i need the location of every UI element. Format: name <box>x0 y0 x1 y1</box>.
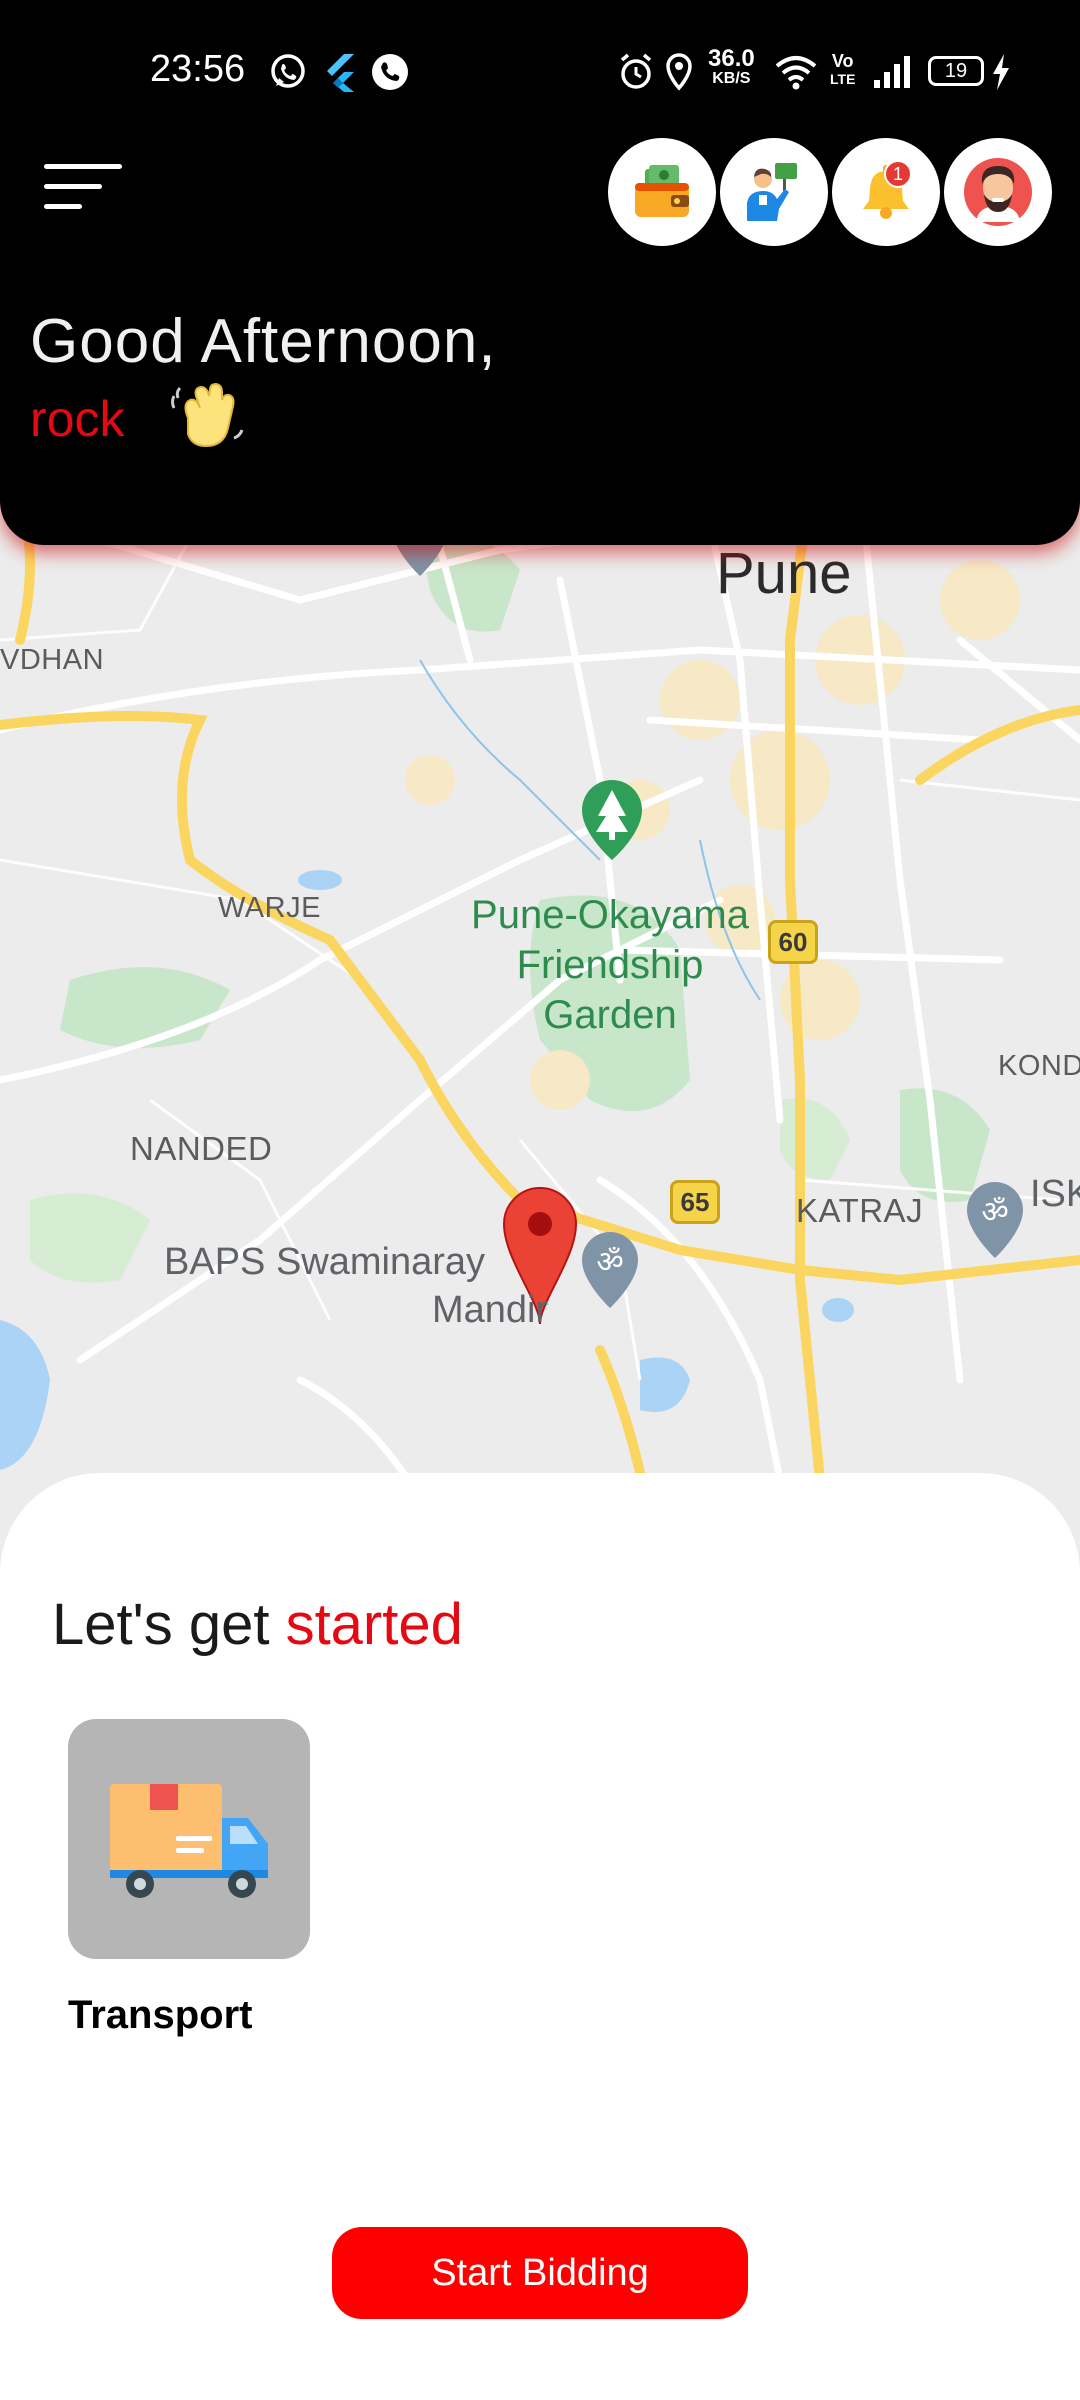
map-label-katraj: KATRAJ <box>796 1192 924 1229</box>
poi-name-line1: BAPS Swaminaray <box>164 1241 486 1283</box>
battery-indicator: 19 <box>928 56 984 86</box>
flutter-icon <box>327 54 354 92</box>
volte-bottom: LTE <box>830 71 856 87</box>
net-speed-value: 36.0 <box>708 45 755 72</box>
hamburger-menu-icon[interactable] <box>44 160 126 214</box>
agent-button[interactable] <box>720 138 828 246</box>
map-label-poi: BAPS Swaminaray Mandir <box>164 1238 548 1334</box>
volte-top: Vo <box>831 51 854 71</box>
wallet-icon <box>635 165 689 217</box>
net-speed-unit: KB/S <box>712 70 751 87</box>
sheet-title-accent: started <box>285 1592 463 1657</box>
greeting-text: Good Afternoon, <box>30 307 497 376</box>
status-time: 23:56 <box>150 48 246 90</box>
temple-pin-icon: ॐ <box>582 1232 638 1308</box>
whatsapp-icon <box>271 54 305 88</box>
notifications-button[interactable]: 1 <box>832 138 940 246</box>
app-header: 23:56 36.0 KB/S Vo LTE 19 1 Good Afterno… <box>0 0 1080 545</box>
wallet-button[interactable] <box>608 138 716 246</box>
start-bidding-button[interactable]: Start Bidding <box>332 2227 748 2319</box>
road-shield-60: 60 <box>768 920 818 964</box>
avatar-icon <box>964 158 1032 226</box>
svg-text:ॐ: ॐ <box>596 1245 623 1280</box>
map-label-kondh: KONDH <box>998 1050 1080 1082</box>
service-card-transport[interactable] <box>68 1719 310 1959</box>
map-view[interactable]: ॐ ॐ Pune VDHAN WARJE NANDED KATRAJ KONDH… <box>0 480 1080 1580</box>
map-label-area: VDHAN <box>0 644 105 676</box>
username-text: rock <box>30 391 125 447</box>
waving-hand-icon <box>171 382 244 448</box>
map-label-nanded: NANDED <box>130 1130 273 1167</box>
wifi-icon <box>775 56 817 90</box>
alarm-icon <box>620 53 652 89</box>
park-name-line2: Friendship <box>516 943 704 987</box>
location-icon <box>666 53 692 91</box>
charging-icon <box>993 54 1009 90</box>
map-label-park: Pune-Okayama Friendship Garden <box>460 890 760 1040</box>
park-name-line3: Garden <box>543 993 677 1037</box>
map-label-city: Pune <box>716 541 852 606</box>
park-pin-icon <box>582 780 642 860</box>
svg-text:ॐ: ॐ <box>981 1195 1008 1230</box>
temple-pin-icon: ॐ <box>967 1182 1023 1258</box>
profile-button[interactable] <box>944 138 1052 246</box>
service-label-transport: Transport <box>68 1993 253 2037</box>
map-label-warje: WARJE <box>218 892 321 924</box>
bottom-sheet: Let's get started Transport Start Biddin… <box>0 1473 1080 2400</box>
volte-indicator: Vo LTE <box>830 52 855 88</box>
road-shield-65: 65 <box>670 1180 720 1224</box>
signal-icon <box>874 56 910 88</box>
notification-badge: 1 <box>884 160 912 188</box>
agent-icon <box>747 163 797 221</box>
park-name-line1: Pune-Okayama <box>471 893 749 937</box>
sheet-title: Let's get started <box>52 1591 463 1658</box>
net-speed: 36.0 KB/S <box>708 45 755 88</box>
map-label-isk: ISK <box>1030 1173 1080 1215</box>
status-bar: 23:56 36.0 KB/S Vo LTE 19 <box>0 44 1080 100</box>
poi-name-line2: Mandir <box>432 1289 549 1331</box>
call-icon <box>372 54 408 90</box>
sheet-title-prefix: Let's get <box>52 1592 286 1657</box>
delivery-truck-icon <box>110 1784 268 1898</box>
